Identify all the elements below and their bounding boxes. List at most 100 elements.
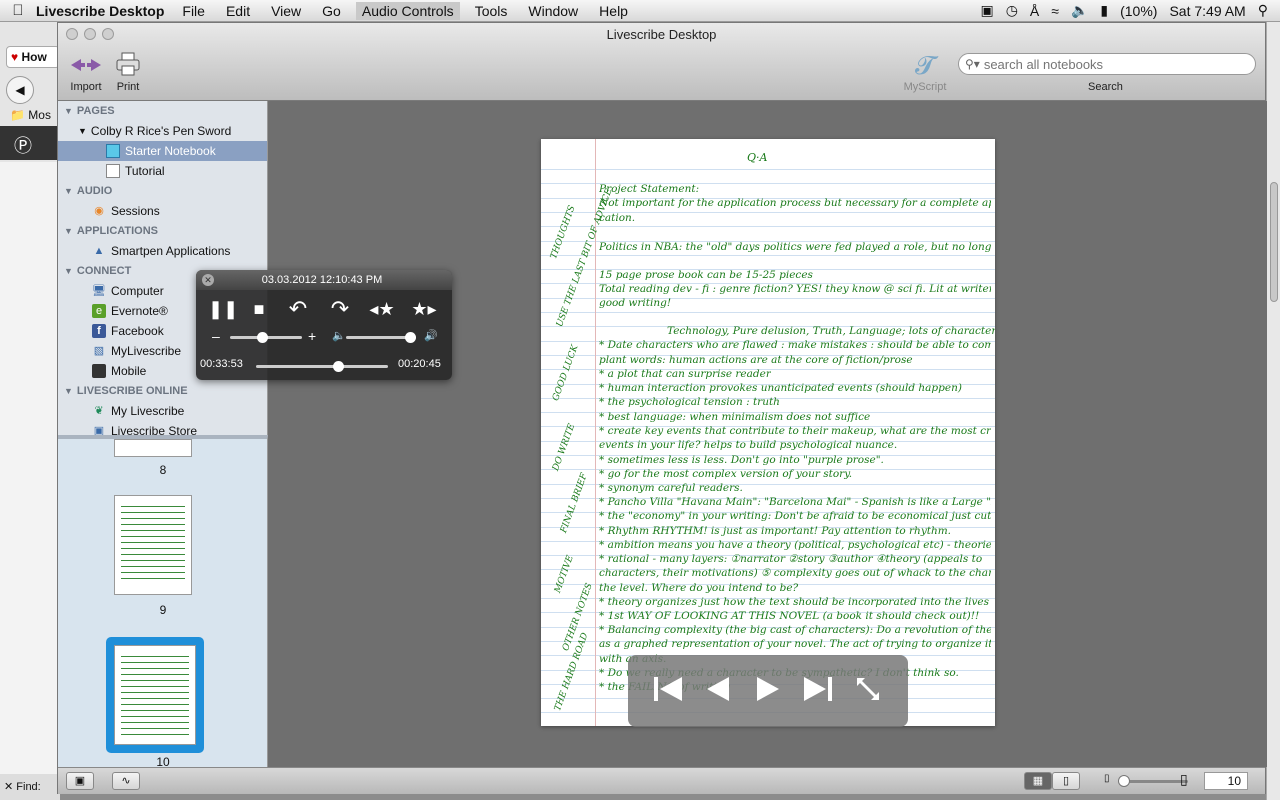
previous-bookmark-icon[interactable]: ◂★: [364, 299, 400, 320]
handwritten-line: the level. Where do you intend to be?: [599, 582, 799, 594]
smartpen-applications-label: Smartpen Applications: [111, 244, 231, 258]
bottom-toolbar: ▣ ∿ ▦ ▯ ▯ ▯ 10: [58, 767, 1265, 794]
page-number-field[interactable]: 10: [1204, 772, 1248, 790]
close-icon[interactable]: ✕: [202, 274, 214, 286]
sidebar-item-my-livescribe[interactable]: ❦ My Livescribe: [58, 401, 267, 421]
pause-button[interactable]: ❚❚: [208, 299, 238, 320]
sidebar-item-livescribe-store[interactable]: ▣ Livescribe Store: [58, 421, 267, 435]
handwritten-line: * 1st WAY OF LOOKING AT THIS NOVEL (a bo…: [599, 610, 980, 622]
scroll-thumb[interactable]: [1270, 182, 1278, 302]
grid-view-button[interactable]: ▦: [1024, 772, 1052, 790]
handwritten-line: * best language: when minimalism does no…: [599, 411, 871, 423]
menu-edit[interactable]: Edit: [226, 3, 250, 19]
clock[interactable]: Sat 7:49 AM: [1169, 3, 1245, 19]
sidebar-item-sessions[interactable]: ◉ Sessions: [58, 201, 267, 221]
import-button[interactable]: Import: [66, 51, 106, 93]
previous-page-button[interactable]: [701, 674, 735, 708]
find-bar: ✕ Find:: [0, 774, 60, 800]
volume-slider-knob[interactable]: [405, 332, 416, 343]
stop-button[interactable]: ■: [244, 299, 274, 320]
thumbnail-label-8: 8: [159, 463, 167, 477]
menu-window[interactable]: Window: [528, 3, 578, 19]
disclosure-down-icon: ▼: [64, 266, 73, 276]
toggle-thumbnails-button[interactable]: ▣: [66, 772, 94, 790]
volume-icon[interactable]: 🔈: [1071, 2, 1088, 19]
import-icon: [66, 51, 106, 81]
battery-icon[interactable]: ▮: [1100, 2, 1108, 19]
first-page-button[interactable]: [651, 674, 685, 708]
last-page-button[interactable]: [801, 674, 835, 708]
sidebar-item-pen[interactable]: ▼ Colby R Rice's Pen Sword: [58, 121, 267, 141]
handwritten-line: * rational - many layers: ①narrator ②sto…: [599, 553, 983, 565]
page-viewer: Q·A Project Statement: Not important for …: [268, 101, 1267, 767]
apple-icon[interactable]: : [0, 2, 36, 19]
next-page-button[interactable]: [751, 674, 785, 708]
volume-high-icon: 🔊: [424, 330, 438, 342]
mylivescribe-label: MyLivescribe: [111, 344, 182, 358]
menu-file[interactable]: File: [182, 3, 205, 19]
thumbnail-label-10: 10: [156, 755, 170, 767]
handwritten-line: Project Statement:: [599, 183, 700, 195]
menu-audio-controls[interactable]: Audio Controls: [355, 1, 460, 20]
single-page-view-button[interactable]: ▯: [1052, 772, 1080, 790]
next-bookmark-icon[interactable]: ★▸: [406, 299, 442, 320]
printer-icon: [110, 51, 146, 81]
fullscreen-icon[interactable]: [851, 674, 885, 708]
zoom-slider-knob[interactable]: [1118, 775, 1130, 787]
page-icon: ▯: [1062, 775, 1070, 787]
close-find-icon[interactable]: ✕: [4, 781, 13, 793]
menu-go[interactable]: Go: [322, 3, 341, 19]
broadcast-button[interactable]: ∿: [112, 772, 140, 790]
notebook-page[interactable]: Q·A Project Statement: Not important for …: [541, 139, 995, 726]
thumbnail-page-8[interactable]: [114, 439, 192, 457]
thumbnail-page-9[interactable]: [114, 495, 192, 595]
menu-help[interactable]: Help: [599, 3, 628, 19]
progress-slider-knob[interactable]: [332, 361, 344, 372]
volume-slider[interactable]: [346, 332, 416, 343]
speed-slider-knob[interactable]: [257, 332, 269, 343]
app-menu[interactable]: Livescribe Desktop: [36, 3, 164, 19]
thumbnail-page-10[interactable]: [114, 645, 196, 745]
margin-note: GOOD LUCK: [551, 343, 581, 403]
display-icon[interactable]: ▣: [980, 2, 993, 19]
menu-tools[interactable]: Tools: [475, 3, 508, 19]
handwritten-line: * go for the most complex version of you…: [599, 468, 853, 480]
section-audio[interactable]: ▼ AUDIO: [58, 181, 267, 201]
bluetooth-icon[interactable]: Å: [1030, 3, 1039, 19]
audio-panel-header: ✕ 03.03.2012 12:10:43 PM: [196, 270, 452, 290]
playback-progress-slider[interactable]: [256, 361, 388, 372]
section-pages[interactable]: ▼ PAGES: [58, 101, 267, 121]
slower-icon[interactable]: –: [212, 328, 220, 344]
zoom-slider[interactable]: [1118, 775, 1188, 787]
handwritten-line: Not important for the application proces…: [599, 197, 991, 209]
wifi-icon[interactable]: ≈: [1051, 3, 1059, 19]
faster-icon[interactable]: +: [308, 328, 316, 344]
playback-speed-slider[interactable]: [230, 332, 302, 343]
skip-back-icon[interactable]: ↶: [280, 296, 316, 322]
section-livescribe-online[interactable]: ▼ LIVESCRIBE ONLINE: [58, 381, 267, 401]
section-applications[interactable]: ▼ APPLICATIONS: [58, 221, 267, 241]
handwritten-line: * theory organizes just how the text sho…: [599, 596, 991, 608]
volume-low-icon: 🔈: [332, 330, 346, 342]
sidebar-item-smartpen-applications[interactable]: ▲ Smartpen Applications: [58, 241, 267, 261]
handwritten-line: * human interaction provokes unanticipat…: [599, 382, 962, 394]
menu-view[interactable]: View: [271, 3, 301, 19]
section-connect-label: CONNECT: [76, 265, 132, 277]
print-button[interactable]: Print: [110, 51, 146, 93]
spotlight-icon[interactable]: ⚲: [1258, 2, 1268, 19]
back-button[interactable]: ◀: [6, 76, 34, 104]
margin-note: DO WRITE: [551, 422, 578, 473]
sidebar-item-starter-notebook[interactable]: Starter Notebook: [58, 141, 267, 161]
wordpress-icon[interactable]: Ⓟ: [14, 132, 32, 158]
myscript-button[interactable]: 𝓣 MyScript: [898, 49, 952, 93]
time-machine-icon[interactable]: ◷: [1006, 2, 1018, 19]
sidebar-item-tutorial[interactable]: Tutorial: [58, 161, 267, 181]
disclosure-down-icon: ▼: [78, 126, 87, 136]
browser-tab[interactable]: ♥ How: [6, 46, 60, 68]
bookmark-item[interactable]: 📁 Mos: [10, 108, 51, 122]
folder-icon: 📁: [10, 108, 25, 122]
search-field[interactable]: ⚲▾: [958, 53, 1256, 75]
search-input[interactable]: [983, 56, 1244, 72]
handwritten-line: as a graphed representation of your nove…: [599, 638, 991, 650]
skip-forward-icon[interactable]: ↷: [322, 296, 358, 322]
